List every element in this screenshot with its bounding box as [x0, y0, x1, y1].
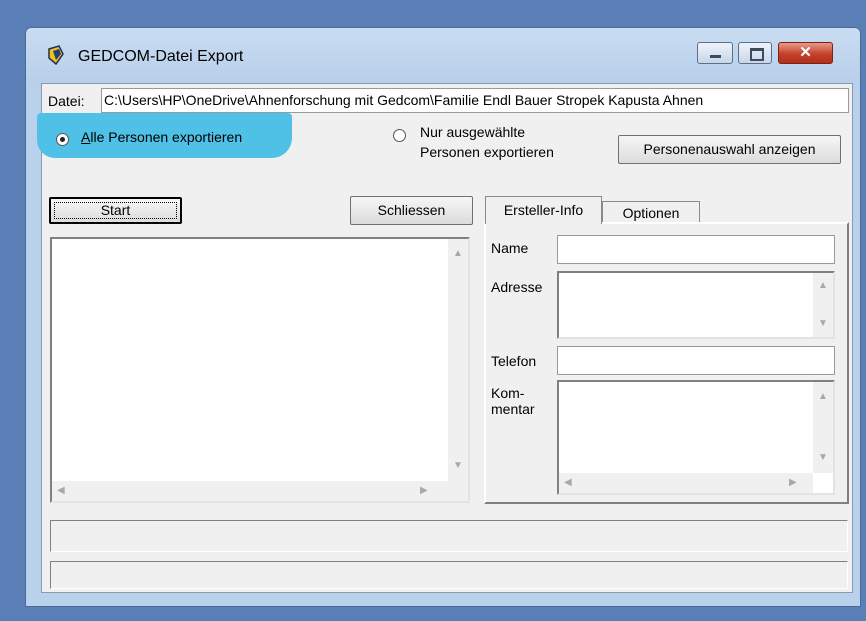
mnemonic-a: A [81, 129, 91, 145]
address-label: Adresse [491, 279, 543, 295]
export-window: GEDCOM-Datei Export ✕ Datei: C:\Users\HP… [25, 27, 861, 607]
log-listbox[interactable]: ▲ ▼ ◀ ▶ [50, 237, 470, 503]
comment-label-line1: Kom- [491, 385, 525, 401]
scroll-down-icon[interactable]: ▼ [453, 461, 463, 471]
log-vertical-scrollbar[interactable]: ▲ ▼ [448, 239, 468, 501]
close-window-button[interactable]: ✕ [778, 42, 833, 64]
scroll-up-icon[interactable]: ▲ [818, 392, 828, 402]
comment-horizontal-scrollbar[interactable]: ◀ ▶ [559, 473, 813, 493]
address-textarea[interactable]: ▲ ▼ [557, 271, 835, 339]
comment-textarea[interactable]: ▲ ▼ ◀ ▶ [557, 380, 835, 495]
scroll-left-icon[interactable]: ◀ [564, 478, 572, 488]
radio-all-persons-label: Alle Personen exportieren [81, 129, 242, 145]
tab-creator-info[interactable]: Ersteller-Info [485, 196, 602, 224]
title-bar[interactable]: GEDCOM-Datei Export ✕ [26, 28, 860, 86]
radio-selected-line2: Personen exportieren [420, 144, 554, 160]
radio-selected-line1: Nur ausgewählte [420, 124, 526, 140]
scroll-down-icon[interactable]: ▼ [818, 453, 828, 463]
comment-vertical-scrollbar[interactable]: ▲ ▼ [813, 382, 833, 473]
maximize-icon [750, 48, 764, 61]
scroll-right-icon[interactable]: ▶ [789, 478, 797, 488]
dialog-client-area: Datei: C:\Users\HP\OneDrive\Ahnenforschu… [37, 83, 853, 593]
radio-all-persons-label-rest: lle Personen exportieren [90, 129, 243, 145]
start-button[interactable]: Start [49, 197, 182, 224]
scroll-up-icon[interactable]: ▲ [453, 249, 463, 259]
scroll-left-icon[interactable]: ◀ [57, 486, 65, 496]
close-icon: ✕ [799, 44, 812, 61]
name-input[interactable] [557, 235, 835, 264]
status-bar [50, 561, 848, 589]
minimize-icon [710, 55, 721, 58]
progress-bar [50, 520, 848, 552]
scroll-up-icon[interactable]: ▲ [818, 281, 828, 291]
window-title: GEDCOM-Datei Export [78, 48, 244, 65]
show-selection-button[interactable]: Personenauswahl anzeigen [618, 135, 841, 164]
file-path-input[interactable]: C:\Users\HP\OneDrive\Ahnenforschung mit … [101, 88, 849, 113]
maximize-button[interactable] [738, 42, 772, 64]
radio-all-persons-circle[interactable] [56, 133, 69, 146]
log-horizontal-scrollbar[interactable]: ◀ ▶ [52, 481, 448, 501]
shield-app-icon [48, 45, 64, 65]
focus-rectangle [54, 202, 177, 219]
phone-input[interactable] [557, 346, 835, 375]
phone-label: Telefon [491, 353, 537, 369]
scroll-down-icon[interactable]: ▼ [818, 319, 828, 329]
name-label: Name [491, 240, 529, 256]
comment-label-line2: mentar [491, 401, 535, 417]
close-dialog-button[interactable]: Schliessen [350, 196, 473, 225]
tab-options[interactable]: Optionen [602, 201, 700, 224]
minimize-button[interactable] [697, 42, 733, 64]
file-label: Datei: [48, 93, 85, 109]
scroll-right-icon[interactable]: ▶ [420, 486, 428, 496]
address-scrollbar[interactable]: ▲ ▼ [813, 273, 833, 337]
radio-selected-persons-circle[interactable] [393, 129, 406, 142]
